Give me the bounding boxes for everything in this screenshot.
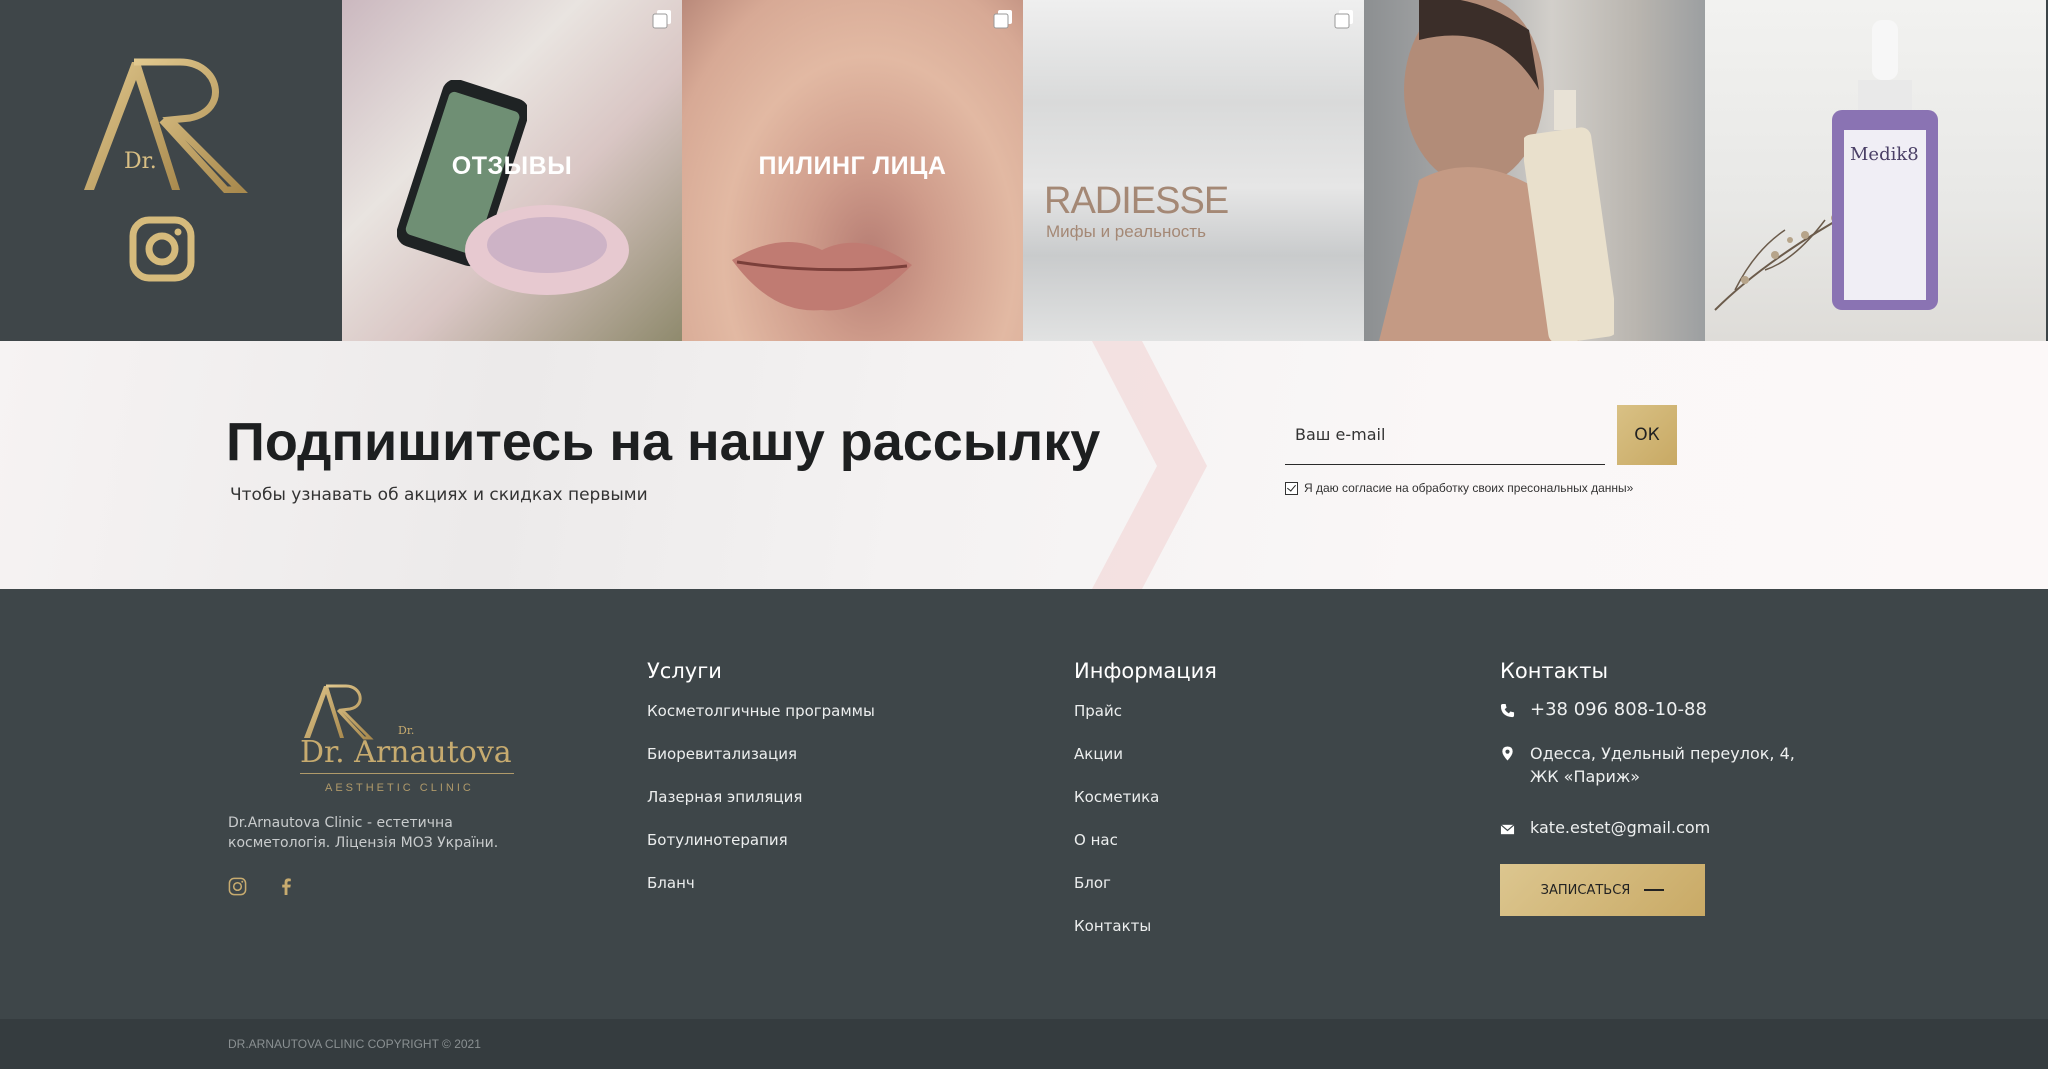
- consent-label: Я даю согласие на обработку своих пресон…: [1304, 481, 1634, 495]
- phone-text: +38 096 808-10-88: [1530, 699, 1707, 720]
- lotion-bottle: [1524, 90, 1614, 341]
- tile-label: ОТЗЫВЫ: [451, 152, 573, 180]
- instagram-icon[interactable]: [228, 877, 247, 896]
- info-link-cosmetics[interactable]: Косметика: [1074, 785, 1217, 828]
- contact-phone[interactable]: +38 096 808-10-88: [1500, 699, 1800, 742]
- email-input[interactable]: [1285, 405, 1605, 465]
- multiple-posts-icon: [652, 10, 671, 29]
- contact-email[interactable]: kate.estet@gmail.com: [1500, 818, 1800, 864]
- footer-brand-tagline: AESTHETIC CLINIC: [325, 782, 474, 794]
- candy-bowl: [465, 205, 629, 295]
- services-link-laser-epilation[interactable]: Лазерная эпиляция: [647, 785, 875, 828]
- chevron-decor: [1092, 341, 1207, 589]
- services-link-cosmetology[interactable]: Косметолгичные программы: [647, 699, 875, 742]
- contact-address: Одесса, Удельный переулок, 4, ЖК «Париж»: [1500, 742, 1800, 818]
- instagram-icon[interactable]: [129, 216, 195, 282]
- location-pin-icon: [1502, 746, 1513, 761]
- services-link-blanch[interactable]: Бланч: [647, 871, 875, 914]
- ar-logo: Dr.: [80, 58, 248, 193]
- info-link-contacts[interactable]: Контакты: [1074, 914, 1217, 957]
- svg-text:Dr.: Dr.: [124, 149, 157, 174]
- book-button-label: ЗАПИСАТЬСЯ: [1540, 882, 1631, 898]
- email-text: kate.estet@gmail.com: [1530, 818, 1711, 837]
- phone-icon: [1500, 703, 1515, 718]
- subscribe-ok-button[interactable]: ОК: [1617, 405, 1677, 465]
- instagram-brand-panel: Dr.: [0, 0, 342, 341]
- instagram-post-lotion[interactable]: [1364, 0, 1705, 341]
- instagram-feed: Dr. ОТЗЫВЫ ПИЛИНГ ЛИЦА RADIESSE Мифы и р…: [0, 0, 2048, 341]
- footer-description: Dr.Arnautova Clinic - естетична косметол…: [228, 815, 499, 851]
- services-link-biorevitalization[interactable]: Биоревитализация: [647, 742, 875, 785]
- info-heading: Информация: [1074, 659, 1217, 683]
- consent-checkbox[interactable]: [1285, 481, 1298, 495]
- book-appointment-button[interactable]: ЗАПИСАТЬСЯ: [1500, 864, 1705, 916]
- newsletter-title: Подпишитесь на нашу рассылку: [226, 412, 1101, 472]
- svg-text:Medik8: Medik8: [1850, 144, 1919, 165]
- instagram-post-peeling[interactable]: ПИЛИНГ ЛИЦА: [682, 0, 1023, 341]
- instagram-post-radiesse[interactable]: RADIESSE Мифы и реальность: [1023, 0, 1364, 341]
- contacts-heading: Контакты: [1500, 659, 1609, 683]
- multiple-posts-icon: [1334, 10, 1353, 29]
- copyright-bar: DR.ARNAUTOVA CLINIC COPYRIGHT © 2021: [0, 1019, 2048, 1069]
- footer-contacts-column: Контакты +38 096 808-10-88 Одесса, Удель…: [1500, 659, 1800, 916]
- site-footer: Dr. Dr. Arnautova AESTHETIC CLINIC Dr.Ar…: [0, 589, 2048, 1019]
- instagram-post-reviews[interactable]: ОТЗЫВЫ: [342, 0, 682, 341]
- footer-brand-divider: [300, 773, 514, 774]
- multiple-posts-icon: [993, 10, 1012, 29]
- services-heading: Услуги: [647, 659, 722, 683]
- radiesse-title: RADIESSE: [1044, 180, 1229, 222]
- copyright-text: DR.ARNAUTOVA CLINIC COPYRIGHT © 2021: [228, 1037, 481, 1051]
- footer-social-links: [228, 877, 296, 896]
- lips-photo: [732, 242, 912, 311]
- address-text: Одесса, Удельный переулок, 4, ЖК «Париж»: [1530, 744, 1795, 786]
- dash-icon: [1644, 889, 1665, 891]
- serum-bottle: Medik8: [1832, 20, 1938, 310]
- services-link-botulinum[interactable]: Ботулинотерапия: [647, 828, 875, 871]
- consent-checkbox-row[interactable]: Я даю согласие на обработку своих пресон…: [1285, 481, 1633, 495]
- facebook-icon[interactable]: [277, 877, 296, 896]
- mail-icon: [1500, 824, 1515, 835]
- radiesse-subtitle: Мифы и реальность: [1046, 222, 1206, 241]
- footer-info-column: Информация Прайс Акции Косметика О нас Б…: [1074, 659, 1217, 957]
- newsletter-section: Подпишитесь на нашу рассылку Чтобы узнав…: [0, 341, 2048, 589]
- info-link-blog[interactable]: Блог: [1074, 871, 1217, 914]
- instagram-post-serum[interactable]: Medik8: [1705, 0, 2046, 341]
- footer-brand-name: Dr. Arnautova: [300, 735, 512, 770]
- tile-label: ПИЛИНГ ЛИЦА: [758, 152, 947, 180]
- newsletter-subtitle: Чтобы узнавать об акциях и скидках первы…: [230, 485, 648, 505]
- info-link-price[interactable]: Прайс: [1074, 699, 1217, 742]
- info-link-promotions[interactable]: Акции: [1074, 742, 1217, 785]
- footer-services-column: Услуги Косметолгичные программы Биоревит…: [647, 659, 875, 914]
- info-link-about[interactable]: О нас: [1074, 828, 1217, 871]
